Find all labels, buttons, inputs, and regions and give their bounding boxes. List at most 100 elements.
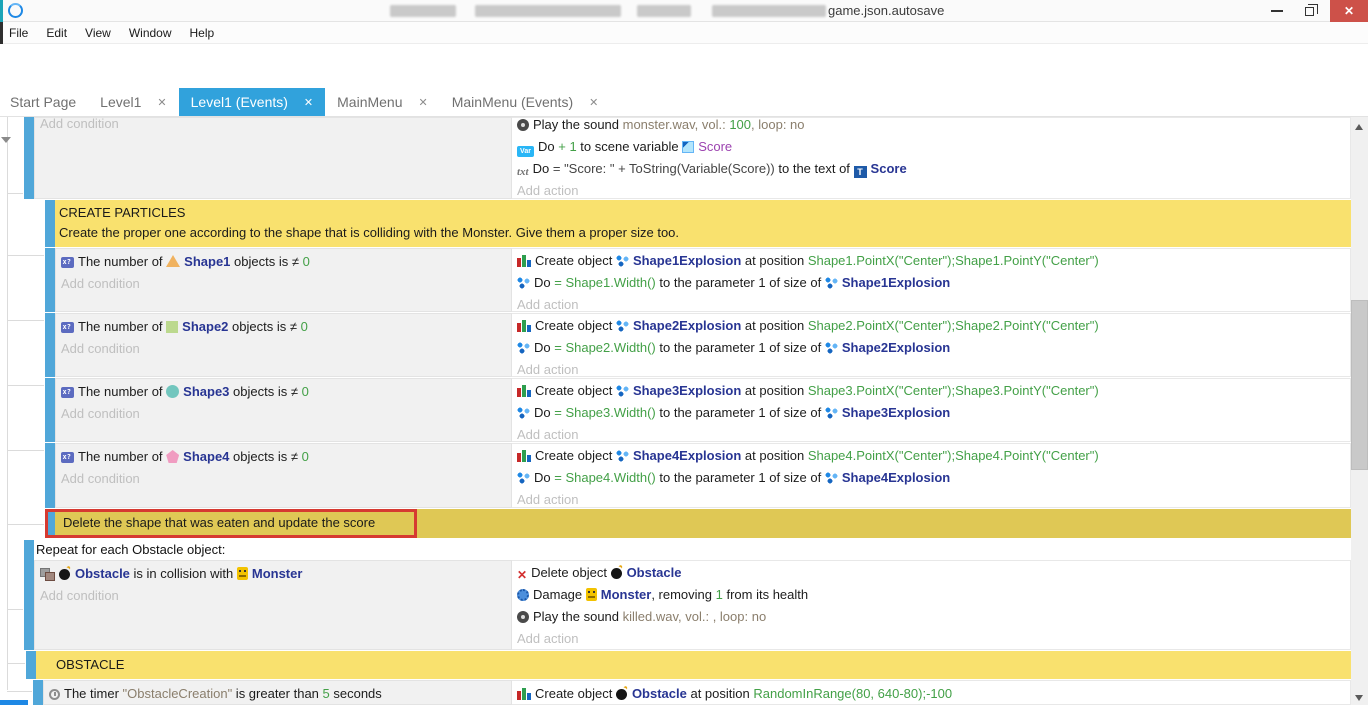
text-segment: Add condition [61,471,140,486]
scroll-down-icon[interactable] [1355,695,1363,701]
action-line[interactable]: Play the sound monster.wav, vol.: 100, l… [517,117,1346,134]
add-condition[interactable]: Add condition [61,275,507,293]
particles-icon [616,320,629,332]
action-line[interactable]: Create object Shape4Explosion at positio… [517,447,1346,465]
text-segment: , vol.: [695,117,730,132]
text-object-icon [854,166,867,178]
shape2-icon [166,321,178,333]
text-segment: Do [538,139,558,154]
comment-block[interactable]: Delete the shape that was eaten and upda… [0,509,1351,540]
text-segment: Create object [535,686,616,701]
text-segment: Add condition [61,341,140,356]
text-segment: Add condition [61,406,140,421]
text-segment: Play the sound [533,609,623,624]
menu-view[interactable]: View [76,22,120,44]
action-line[interactable]: Do = Shape2.Width() to the parameter 1 o… [517,339,1346,357]
menu-window[interactable]: Window [120,22,181,44]
comment-body[interactable]: OBSTACLE [36,651,1351,679]
action-line[interactable]: Do = Shape1.Width() to the parameter 1 o… [517,274,1346,292]
condition-line[interactable]: The number of Shape3 objects is ≠ 0 [61,383,507,401]
action-line[interactable]: Do = Shape4.Width() to the parameter 1 o… [517,469,1346,487]
event-drag-handle[interactable] [45,313,55,377]
menu-file[interactable]: File [3,22,37,44]
add-action[interactable]: Add action [517,361,1346,379]
tab-level1[interactable]: Level1✕ [88,88,178,116]
add-action[interactable]: Add action [517,491,1346,509]
text-segment: Delete object [531,565,611,580]
comment-block[interactable]: OBSTACLE [0,651,1351,680]
condition-line[interactable]: Obstacle is in collision with Monster [40,565,507,583]
condition-line[interactable]: The number of Shape4 objects is ≠ 0 [61,448,507,466]
event-drag-handle[interactable] [45,248,55,312]
repeat-header[interactable]: Repeat for each Obstacle object: [36,542,225,557]
event-drag-handle[interactable] [24,117,34,199]
vertical-scrollbar[interactable] [1351,117,1368,705]
add-condition[interactable]: Add condition [40,117,507,133]
scroll-up-icon[interactable] [1355,124,1363,130]
tab-start-page[interactable]: Start Page [0,88,88,116]
add-condition[interactable]: Add condition [61,405,507,423]
comment-body[interactable]: CREATE PARTICLES Create the proper one a… [55,200,1351,247]
redacted-title-segment [637,5,691,17]
menu-edit[interactable]: Edit [37,22,76,44]
tab-mainmenu-events[interactable]: MainMenu (Events) ✕ [440,88,611,116]
conditions-cell: The number of Shape2 objects is ≠ 0 Add … [55,313,512,377]
add-action[interactable]: Add action [517,182,1346,200]
action-line[interactable]: Damage Monster, removing 1 from its heal… [517,586,1346,604]
text-segment: Obstacle [75,566,130,581]
text-segment: Add action [517,362,578,377]
add-condition[interactable]: Add condition [61,340,507,358]
action-line[interactable]: Create object Obstacle at position Rando… [517,685,1346,703]
text-segment: is in collision with [130,566,237,581]
add-action[interactable]: Add action [517,296,1346,314]
restore-button[interactable] [1294,0,1324,22]
action-line[interactable]: Create object Shape2Explosion at positio… [517,317,1346,335]
condition-line[interactable]: The number of Shape1 objects is ≠ 0 [61,253,507,271]
comment-title: OBSTACLE [56,657,124,672]
condition-line[interactable]: The number of Shape2 objects is ≠ 0 [61,318,507,336]
event-block: The number of Shape2 objects is ≠ 0 Add … [0,313,1351,378]
action-line[interactable]: Do = "Score: " + ToString(Variable(Score… [517,160,1346,179]
add-condition[interactable]: Add condition [40,587,507,605]
text-segment: RandomInRange(80, 640-80);-100 [753,686,952,701]
add-action[interactable]: Add action [517,426,1346,444]
text-segment: The timer [64,686,123,701]
tab-mainmenu[interactable]: MainMenu✕ [325,88,440,116]
tab-close-icon[interactable]: ✕ [589,96,598,109]
action-line[interactable]: Create object Shape1Explosion at positio… [517,252,1346,270]
action-line[interactable]: Delete object Obstacle [517,564,1346,584]
event-drag-handle[interactable] [24,540,34,650]
particles-icon [517,407,530,419]
minimize-button[interactable] [1262,0,1292,22]
event-drag-handle[interactable] [33,680,43,705]
event-drag-handle[interactable] [45,378,55,442]
close-button[interactable]: ✕ [1330,0,1368,22]
tab-close-icon[interactable]: ✕ [419,96,428,109]
comment-block[interactable]: CREATE PARTICLES Create the proper one a… [0,200,1351,248]
text-segment: The number of [78,449,166,464]
event-block: The number of Shape1 objects is ≠ 0 Add … [0,248,1351,313]
tab-level1-events[interactable]: Level1 (Events)✕ [179,88,326,116]
add-condition[interactable]: Add condition [61,470,507,488]
event-drag-handle[interactable] [45,443,55,508]
text-segment: Shape4.PointX("Center");Shape4.PointY("C… [808,448,1099,463]
text-segment: is greater than [232,686,322,701]
tab-close-icon[interactable]: ✕ [157,96,166,109]
sound-icon [517,119,529,131]
action-line[interactable]: Do + 1 to scene variable Score [517,138,1346,157]
scrollbar-thumb[interactable] [1351,300,1368,470]
menu-help[interactable]: Help [181,22,224,44]
event-drag-handle[interactable] [45,200,55,247]
condition-line[interactable]: The timer "ObstacleCreation" is greater … [49,685,507,703]
action-line[interactable]: Play the sound killed.wav, vol.: , loop:… [517,608,1346,626]
shape1-icon [166,255,180,267]
add-action[interactable]: Add action [517,630,1346,648]
action-line[interactable]: Do = Shape3.Width() to the parameter 1 o… [517,404,1346,422]
tab-label: MainMenu (Events) [452,94,573,110]
text-segment: = Shape2.Width() [554,340,656,355]
action-line[interactable]: Create object Shape3Explosion at positio… [517,382,1346,400]
tab-close-icon[interactable]: ✕ [304,96,313,109]
event-drag-handle[interactable] [26,651,36,679]
text-segment: Score [698,139,732,154]
text-segment: + 1 [558,139,576,154]
